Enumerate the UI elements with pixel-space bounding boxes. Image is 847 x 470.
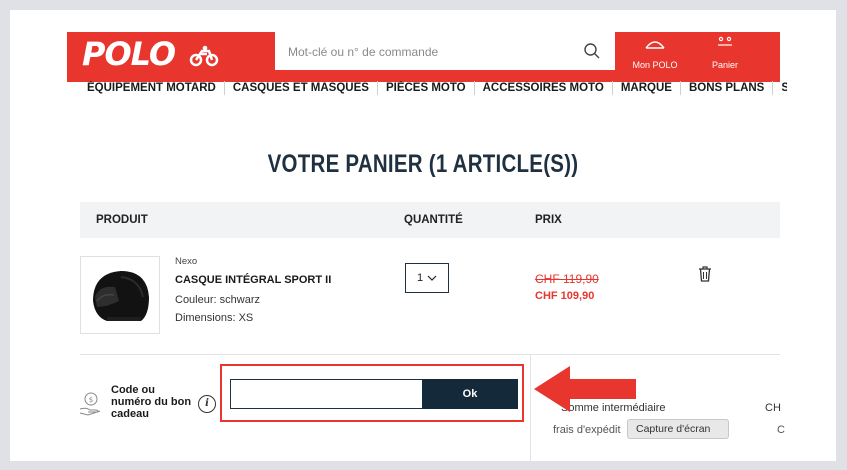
motorbike-logo-icon [190, 45, 219, 67]
nav-item-accessoires[interactable]: ACCESSOIRES MOTO [475, 81, 613, 95]
column-header-quantity: QUANTITÉ [404, 214, 463, 226]
nav-item-marque[interactable]: MARQUE [613, 81, 681, 95]
product-name[interactable]: CASQUE INTÉGRAL SPORT II [175, 274, 331, 286]
gift-voucher-icon: $ [79, 392, 101, 416]
voucher-label: Code ou numéro du bon cadeau [111, 384, 191, 420]
nav-item-equipement[interactable]: ÉQUIPEMENT MOTARD [87, 81, 225, 95]
cart-icon [718, 36, 732, 46]
search-icon[interactable] [583, 42, 601, 60]
voucher-label-line3: cadeau [111, 408, 149, 420]
sale-price: CHF 109,90 [535, 290, 595, 302]
account-label: Mon POLO [632, 60, 678, 70]
main-nav: ÉQUIPEMENT MOTARD CASQUES ET MASQUES PIÈCE… [87, 81, 787, 103]
polo-logo[interactable]: POLO [82, 34, 219, 74]
nav-item-bons-plans[interactable]: BONS PLANS [681, 81, 774, 95]
cart-table-header: PRODUIT QUANTITÉ PRIX [80, 202, 780, 238]
quantity-value: 1 [416, 272, 424, 284]
subtotal-value: CH [765, 402, 781, 414]
product-thumbnail[interactable] [80, 256, 160, 334]
voucher-ok-button[interactable]: Ok [422, 379, 518, 409]
account-icon [645, 41, 665, 49]
search-input[interactable] [286, 32, 570, 72]
nav-item-casques[interactable]: CASQUES ET MASQUES [225, 81, 378, 95]
voucher-label-line1: Code ou [111, 384, 155, 396]
info-icon[interactable]: i [198, 395, 216, 413]
red-arrow-annotation [534, 366, 636, 412]
section-divider [80, 354, 780, 355]
nav-item-service[interactable]: SERVICE & [773, 81, 787, 95]
product-size: Dimensions: XS [175, 312, 254, 324]
screenshot-tooltip: Capture d'écran [627, 419, 729, 439]
shipping-value: C [777, 424, 785, 436]
cart-label: Panier [711, 60, 738, 70]
search-box [275, 32, 615, 72]
column-divider [530, 354, 531, 461]
quantity-select[interactable]: 1 [405, 263, 449, 293]
cart-button[interactable]: Panier [704, 34, 746, 74]
trash-icon[interactable] [697, 265, 713, 283]
helmet-image [93, 271, 149, 321]
logo-text: POLO [82, 35, 176, 73]
column-header-price: PRIX [535, 214, 562, 226]
chevron-down-icon [427, 275, 437, 281]
account-button[interactable]: Mon POLO [626, 34, 684, 74]
voucher-label-line2: numéro du bon [111, 396, 192, 408]
svg-text:$: $ [89, 396, 93, 404]
nav-item-pieces[interactable]: PIÈCES MOTO [378, 81, 475, 95]
voucher-code-input[interactable] [230, 379, 422, 409]
column-header-product: PRODUIT [96, 214, 148, 226]
shipping-label: frais d'expédit [553, 424, 621, 436]
product-brand: Nexo [175, 256, 198, 267]
product-color: Couleur: schwarz [175, 294, 260, 306]
page-title: VOTRE PANIER (1 ARTICLE(S)) [267, 150, 579, 178]
page-frame: POLO Mon POLO Panier ÉQUIPEMENT MOTARD [10, 10, 836, 461]
old-price: CHF 119,90 [535, 272, 599, 286]
